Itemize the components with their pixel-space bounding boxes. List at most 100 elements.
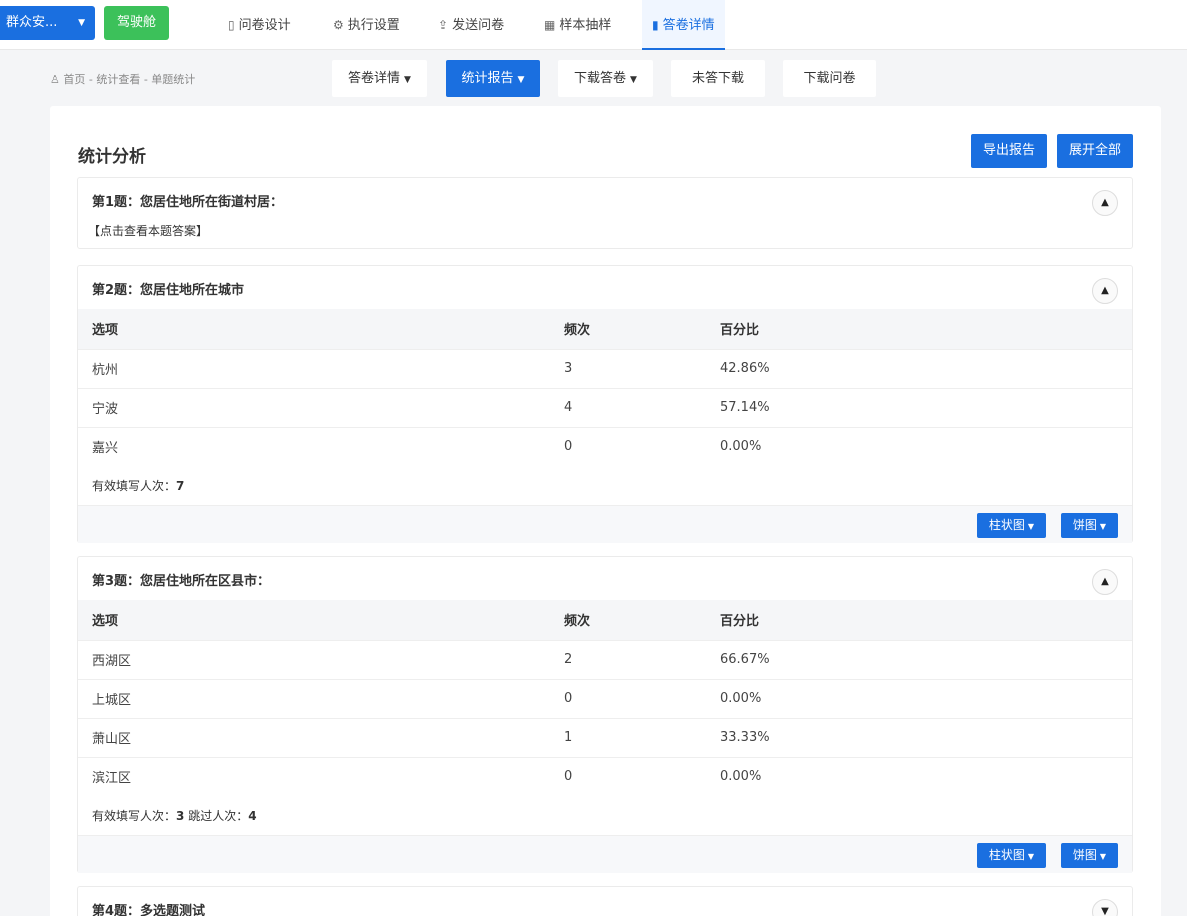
caret-down-icon: ▼ (630, 75, 637, 85)
percent-cell: 42.86% (720, 348, 1132, 388)
count-cell: 2 (564, 639, 720, 679)
tab-label: 执行设置 (347, 18, 400, 33)
valid-value: 3 (176, 809, 185, 823)
cockpit-button[interactable]: 驾驶舱 (104, 6, 169, 40)
column-header-option: 选项 (78, 309, 564, 349)
download-answers-dropdown[interactable]: 下载答卷 ▼ (558, 60, 653, 97)
question-title: 第1题：您居住地所在街道村居： (92, 195, 284, 210)
question-title: 第2题：您居住地所在城市 (92, 283, 245, 298)
export-report-button[interactable]: 导出报告 (971, 134, 1047, 168)
collapse-icon[interactable]: ▲ (1092, 190, 1118, 216)
pie-chart-label: 饼图 (1072, 518, 1097, 532)
question-card-3: 第3题：您居住地所在区县市： ▲ 选项 频次 百分比 西湖区 2 66.67% … (77, 556, 1133, 873)
percent-cell: 57.14% (720, 387, 1132, 427)
percent-cell: 0.00% (720, 678, 1132, 718)
percent-cell: 66.67% (720, 639, 1132, 679)
table-row: 嘉兴 0 0.00% (78, 426, 1132, 466)
tab-survey-design[interactable]: ▯ 问卷设计 (228, 0, 291, 50)
tab-execution-settings[interactable]: ⚙ 执行设置 (333, 0, 400, 50)
count-cell: 1 (564, 717, 720, 757)
breadcrumb-text[interactable]: 首页 - 统计查看 - 单题统计 (63, 73, 195, 86)
table-row: 萧山区 1 33.33% (78, 717, 1132, 757)
caret-down-icon: ▼ (78, 18, 85, 28)
valid-label: 有效填写人次： (92, 809, 177, 823)
percent-cell: 0.00% (720, 426, 1132, 466)
collapse-icon[interactable]: ▲ (1092, 278, 1118, 304)
top-nav-bar: 群众安... ▼ 驾驶舱 ▯ 问卷设计 ⚙ 执行设置 ⇪ 发送问卷 ▦ 样本抽样 ▮ 答卷… (0, 0, 1187, 50)
question-title: 第3题：您居住地所在区县市： (92, 574, 271, 589)
stat-report-dropdown[interactable]: 统计报告 ▼ (446, 60, 540, 97)
column-header-count: 频次 (564, 600, 720, 640)
valid-label: 有效填写人次： (92, 479, 177, 493)
project-dropdown[interactable]: 群众安... ▼ (0, 6, 95, 40)
caret-down-icon: ▼ (1099, 522, 1107, 531)
expand-icon[interactable]: ▼ (1092, 899, 1118, 916)
column-header-option: 选项 (78, 600, 564, 640)
option-cell: 滨江区 (78, 756, 564, 796)
tab-label: 答卷详情 (662, 18, 715, 33)
caret-down-icon: ▼ (404, 75, 411, 85)
answer-detail-label: 答卷详情 (348, 71, 401, 86)
stat-report-label: 统计报告 (461, 71, 514, 86)
tab-label: 问卷设计 (238, 18, 291, 33)
download-answers-label: 下载答卷 (574, 71, 627, 86)
table-row: 滨江区 0 0.00% (78, 756, 1132, 796)
tab-send-survey[interactable]: ⇪ 发送问卷 (438, 0, 504, 50)
option-cell: 宁波 (78, 387, 564, 427)
count-cell: 0 (564, 678, 720, 718)
valid-count-summary: 有效填写人次：7 (92, 477, 184, 494)
bar-chart-dropdown[interactable]: 柱状图 ▼ (977, 513, 1046, 538)
option-cell: 萧山区 (78, 717, 564, 757)
tab-label: 样本抽样 (559, 18, 612, 33)
caret-down-icon: ▼ (1099, 852, 1107, 861)
view-answers-link[interactable]: 【点击查看本题答案】 (88, 222, 208, 239)
percent-cell: 0.00% (720, 756, 1132, 796)
answer-detail-dropdown[interactable]: 答卷详情 ▼ (332, 60, 427, 97)
tab-answer-details[interactable]: ▮ 答卷详情 (642, 0, 725, 50)
count-cell: 0 (564, 426, 720, 466)
stat-table: 选项 频次 百分比 杭州 3 42.86% 宁波 4 57.14% 嘉兴 0 0… (78, 309, 1132, 466)
stat-table: 选项 频次 百分比 西湖区 2 66.67% 上城区 0 0.00% 萧山区 1… (78, 600, 1132, 796)
pie-chart-label: 饼图 (1072, 848, 1097, 862)
user-icon: ♙ (50, 73, 64, 86)
option-cell: 上城区 (78, 678, 564, 718)
option-cell: 杭州 (78, 348, 564, 388)
collapse-icon[interactable]: ▲ (1092, 569, 1118, 595)
chart-toolbar: 柱状图 ▼ 饼图 ▼ (78, 835, 1132, 873)
column-header-percent: 百分比 (720, 600, 1132, 640)
percent-cell: 33.33% (720, 717, 1132, 757)
question-title: 第4题：多选题测试 (92, 904, 206, 916)
caret-down-icon: ▼ (1027, 852, 1035, 861)
breadcrumb: ♙ 首页 - 统计查看 - 单题统计 (50, 71, 195, 87)
table-row: 上城区 0 0.00% (78, 678, 1132, 718)
option-cell: 西湖区 (78, 639, 564, 679)
count-cell: 0 (564, 756, 720, 796)
pie-chart-dropdown[interactable]: 饼图 ▼ (1061, 513, 1118, 538)
count-cell: 3 (564, 348, 720, 388)
table-header-row: 选项 频次 百分比 (78, 600, 1132, 640)
bar-chart-label: 柱状图 (988, 848, 1025, 862)
expand-all-button[interactable]: 展开全部 (1057, 134, 1133, 168)
column-header-percent: 百分比 (720, 309, 1132, 349)
document-icon: ▯ (228, 18, 235, 32)
stat-analysis-panel: 统计分析 导出报告 展开全部 第1题：您居住地所在街道村居： ▲ 【点击查看本题… (50, 106, 1161, 916)
gear-icon: ⚙ (333, 18, 344, 32)
download-survey-button[interactable]: 下载问卷 (783, 60, 876, 97)
table-row: 宁波 4 57.14% (78, 387, 1132, 427)
tab-label: 发送问卷 (452, 18, 505, 33)
bar-chart-icon: ▮ (652, 18, 659, 32)
table-row: 西湖区 2 66.67% (78, 639, 1132, 679)
unanswered-download-button[interactable]: 未答下载 (671, 60, 765, 97)
tab-sampling[interactable]: ▦ 样本抽样 (544, 0, 611, 50)
chart-toolbar: 柱状图 ▼ 饼图 ▼ (78, 505, 1132, 543)
skip-value: 4 (248, 809, 257, 823)
sample-icon: ▦ (544, 18, 556, 32)
question-card-1: 第1题：您居住地所在街道村居： ▲ 【点击查看本题答案】 (77, 177, 1133, 249)
pie-chart-dropdown[interactable]: 饼图 ▼ (1061, 843, 1118, 868)
caret-down-icon: ▼ (1027, 522, 1035, 531)
column-header-count: 频次 (564, 309, 720, 349)
valid-count-summary: 有效填写人次：3 跳过人次：4 (92, 807, 257, 824)
valid-value: 7 (176, 479, 185, 493)
question-card-2: 第2题：您居住地所在城市 ▲ 选项 频次 百分比 杭州 3 42.86% 宁波 … (77, 265, 1133, 543)
bar-chart-dropdown[interactable]: 柱状图 ▼ (977, 843, 1046, 868)
